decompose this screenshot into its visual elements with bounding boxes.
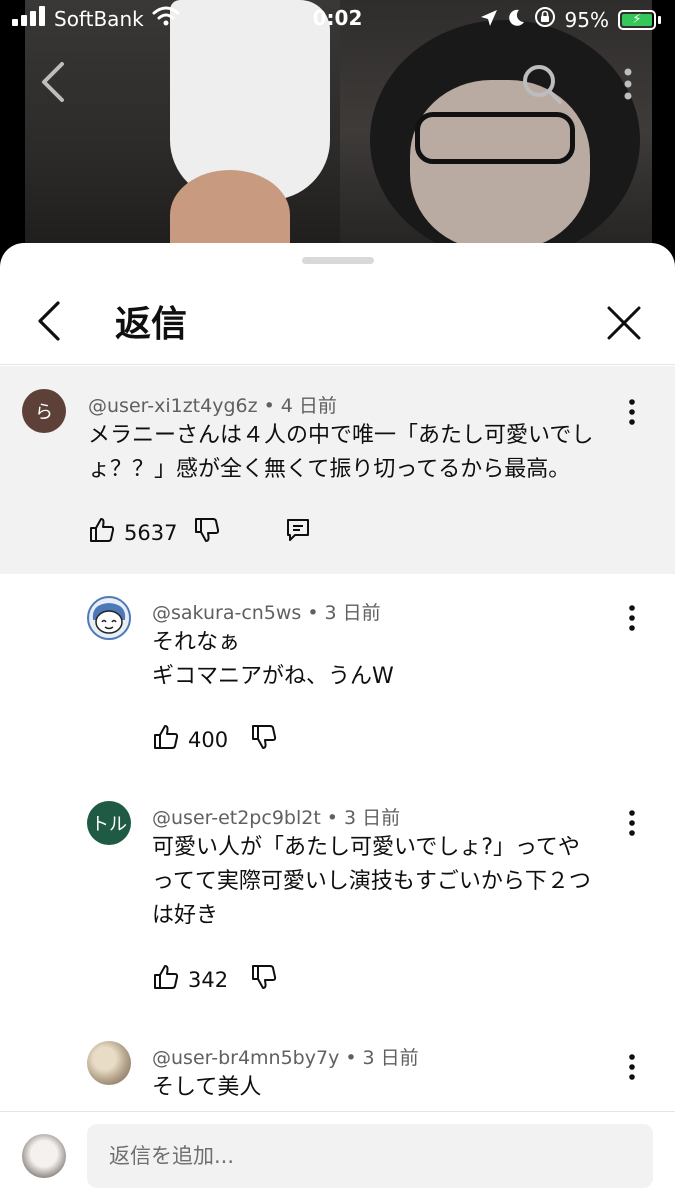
- avatar[interactable]: [87, 596, 131, 640]
- replies-sheet: 返信 ら @user-xi1zt4yg6z • 4 日前 メラニーさんは４人の中で唯…: [0, 243, 675, 1200]
- comment-author[interactable]: @user-xi1zt4yg6z: [88, 395, 258, 417]
- dislike-icon[interactable]: [250, 723, 278, 756]
- avatar[interactable]: [87, 1041, 131, 1085]
- comment-time: 4 日前: [280, 395, 337, 417]
- search-icon[interactable]: [520, 62, 564, 106]
- like-icon[interactable]: [88, 516, 116, 549]
- comment-actions: 5637: [88, 516, 311, 549]
- comment-author[interactable]: @sakura-cn5ws: [152, 602, 301, 624]
- like-count: 5637: [124, 520, 178, 545]
- comment-time: 3 日前: [344, 807, 401, 829]
- moon-icon: [507, 8, 525, 32]
- more-vert-icon[interactable]: [620, 1049, 644, 1085]
- comment-actions: 342: [152, 963, 278, 996]
- comment-text: そして美人: [152, 1071, 622, 1105]
- comment-meta: @user-xi1zt4yg6z • 4 日前: [88, 395, 337, 417]
- video-glasses: [415, 112, 575, 164]
- avatar: [22, 1134, 66, 1178]
- comment-text: 可愛い人が「あたし可愛いでしょ?」ってや ってて実際可愛いし演技もすごいから下２…: [152, 831, 642, 933]
- status-bar: SoftBank 0:02 95% ⚡: [0, 0, 675, 38]
- like-icon[interactable]: [152, 723, 180, 756]
- chevron-left-icon[interactable]: [30, 299, 70, 343]
- reply-composer: [0, 1111, 675, 1200]
- comment-text-line: ってて実際可愛いし演技もすごいから下２つ: [152, 869, 591, 894]
- reply-icon[interactable]: [285, 517, 311, 548]
- avatar[interactable]: ら: [22, 389, 66, 433]
- video-player[interactable]: [0, 0, 675, 260]
- comment-time: 3 日前: [362, 1047, 419, 1069]
- comment-meta: @sakura-cn5ws • 3 日前: [152, 602, 381, 624]
- sheet-title: 返信: [115, 304, 188, 345]
- comment-author[interactable]: @user-et2pc9bl2t: [152, 807, 321, 829]
- comment-text: それなぁ ギコマニアがね、うんW: [152, 626, 622, 694]
- dislike-icon[interactable]: [193, 516, 221, 549]
- battery-icon: ⚡: [618, 9, 661, 30]
- comment-text-line: そして美人: [152, 1075, 262, 1100]
- list-item: @sakura-cn5ws • 3 日前 それなぁ ギコマニアがね、うんW 400: [0, 574, 675, 779]
- sheet-header: 返信: [0, 273, 675, 365]
- list-item: トル @user-et2pc9bl2t • 3 日前 可愛い人が「あたし可愛いでしょ…: [0, 779, 675, 1019]
- comment-time: 3 日前: [324, 602, 381, 624]
- battery-percent: 95%: [564, 7, 609, 32]
- dislike-icon[interactable]: [250, 963, 278, 996]
- comment-actions: 400: [152, 723, 278, 756]
- comment-text-line: それなぁ: [152, 630, 241, 655]
- rotation-lock-icon: [534, 6, 556, 33]
- like-icon[interactable]: [152, 963, 180, 996]
- more-vert-icon[interactable]: [620, 600, 644, 636]
- back-icon[interactable]: [36, 60, 76, 104]
- close-icon[interactable]: [600, 299, 648, 347]
- comment-text: メラニーさんは４人の中で唯一「あたし可愛いでしょ？？」感が全く無くて振り切ってる…: [88, 423, 594, 482]
- comment-text-line: 可愛い人が「あたし可愛いでしょ?」ってや: [152, 835, 580, 860]
- comment-author[interactable]: @user-br4mn5by7y: [152, 1047, 339, 1069]
- location-icon: [480, 8, 498, 32]
- comment-meta: @user-br4mn5by7y • 3 日前: [152, 1047, 419, 1069]
- like-count: 400: [188, 727, 229, 752]
- like-count: 342: [188, 967, 229, 992]
- parent-comment: ら @user-xi1zt4yg6z • 4 日前 メラニーさんは４人の中で唯一「あ…: [0, 366, 675, 574]
- more-icon[interactable]: [612, 64, 644, 108]
- avatar[interactable]: トル: [87, 801, 131, 845]
- reply-input[interactable]: [87, 1124, 653, 1188]
- list-item: @user-br4mn5by7y • 3 日前 そして美人: [0, 1019, 675, 1111]
- sheet-drag-handle[interactable]: [302, 257, 374, 264]
- comment-text-line: ギコマニアがね、うんW: [152, 664, 394, 689]
- comment-meta: @user-et2pc9bl2t • 3 日前: [152, 807, 401, 829]
- comment-text-line: は好き: [152, 903, 219, 928]
